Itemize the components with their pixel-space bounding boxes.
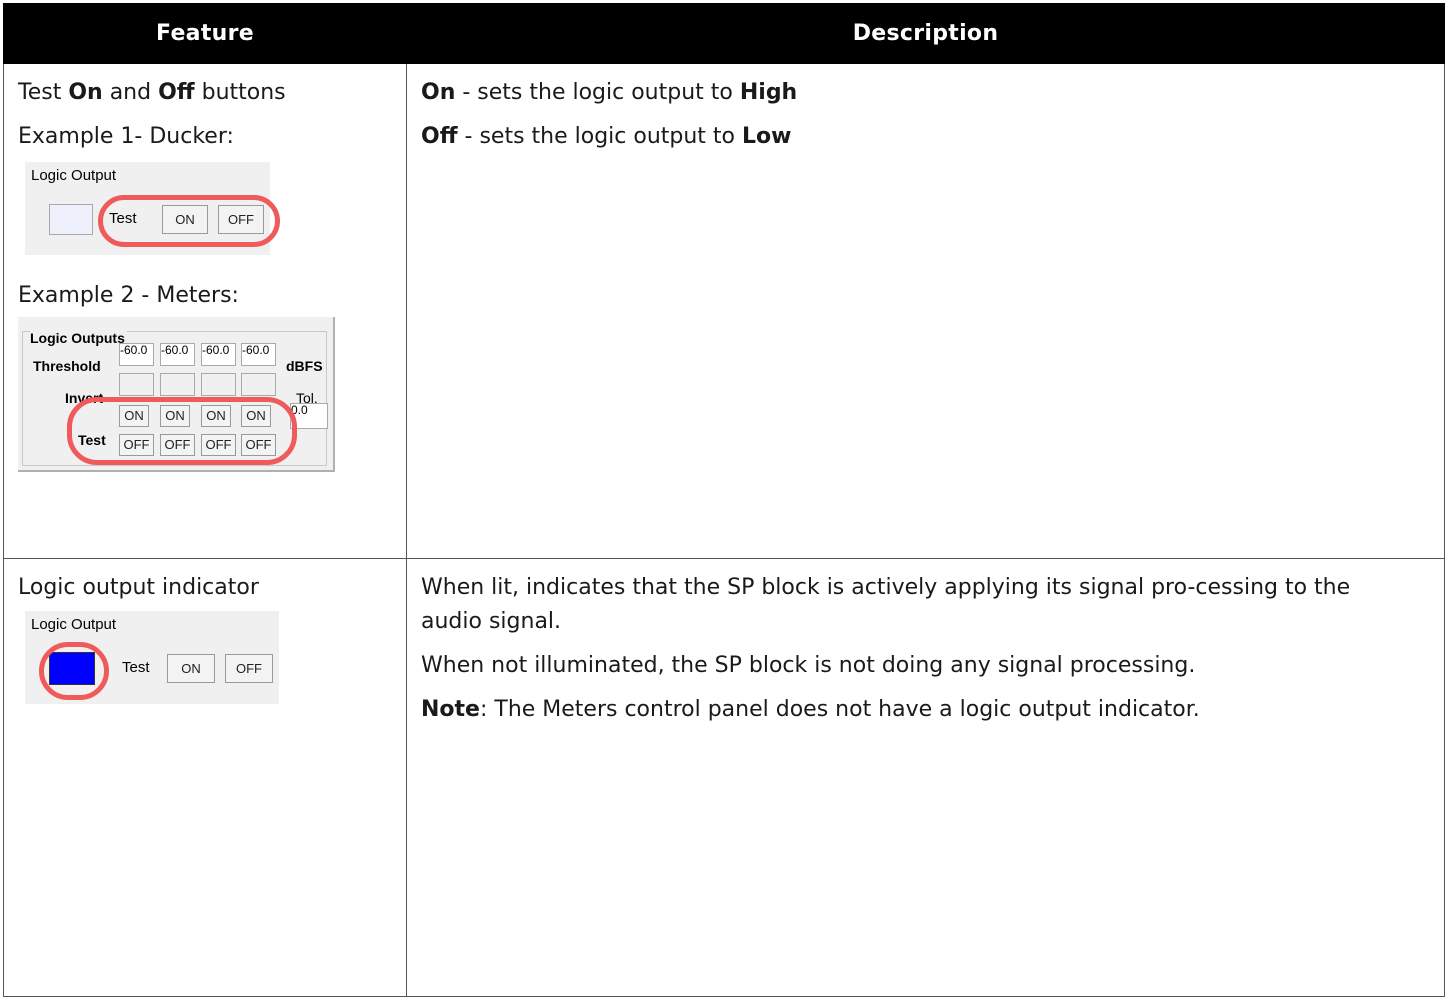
- test-on-button[interactable]: ON: [167, 654, 215, 683]
- test-on-button[interactable]: ON: [162, 205, 208, 234]
- off-description: Off - sets the logic output to Low: [421, 124, 792, 149]
- example2-label: Example 2 - Meters:: [18, 283, 239, 308]
- logic-output-indicator: [49, 204, 93, 235]
- indicator-logic-output-screenshot: Logic Output Test ON OFF: [25, 611, 279, 704]
- feature-cell: Test On and Off buttons Example 1- Ducke…: [3, 63, 407, 559]
- example1-label: Example 1- Ducker:: [18, 124, 234, 149]
- invert-toggle[interactable]: [119, 373, 154, 396]
- test-on-button[interactable]: ON: [241, 405, 271, 427]
- invert-toggle[interactable]: [160, 373, 195, 396]
- ducker-logic-output-screenshot: Logic Output Test ON OFF: [25, 162, 280, 255]
- test-off-button[interactable]: OFF: [218, 205, 264, 234]
- test-off-button[interactable]: OFF: [160, 434, 195, 456]
- lit-description: When lit, indicates that the SP block is…: [421, 575, 1351, 634]
- test-off-button[interactable]: OFF: [119, 434, 154, 456]
- invert-toggle[interactable]: [241, 373, 276, 396]
- description-cell: When lit, indicates that the SP block is…: [406, 558, 1445, 997]
- table-row: Test On and Off buttons Example 1- Ducke…: [3, 63, 1445, 559]
- test-label: Test: [78, 432, 106, 448]
- invert-label: Invert: [65, 390, 104, 406]
- test-on-button[interactable]: ON: [160, 405, 190, 427]
- panel-title: Logic Output: [31, 167, 117, 184]
- note-paragraph: Note: The Meters control panel does not …: [421, 697, 1200, 722]
- logic-output-indicator-lit: [49, 652, 95, 685]
- dbfs-unit: dBFS: [286, 358, 323, 374]
- test-off-button[interactable]: OFF: [201, 434, 236, 456]
- panel-title: Logic Output: [31, 616, 117, 633]
- description-column-header: Description: [406, 3, 1445, 64]
- feature-cell: Logic output indicator Logic Output Test…: [3, 558, 407, 997]
- test-off-button[interactable]: OFF: [241, 434, 276, 456]
- tol-input[interactable]: 0.0: [290, 403, 328, 429]
- test-label: Test: [122, 659, 150, 676]
- meters-logic-outputs-screenshot: Logic Outputs Threshold -60.0 -60.0 -60.…: [18, 317, 335, 472]
- table-row: Logic output indicator Logic Output Test…: [3, 558, 1445, 997]
- table-header-row: Feature Description: [3, 3, 1445, 64]
- threshold-input[interactable]: -60.0: [119, 343, 154, 366]
- test-label: Test: [109, 210, 137, 227]
- invert-toggle[interactable]: [201, 373, 236, 396]
- feature-title: Test On and Off buttons: [18, 80, 286, 105]
- test-off-button[interactable]: OFF: [225, 654, 273, 683]
- threshold-input[interactable]: -60.0: [201, 343, 236, 366]
- threshold-label: Threshold: [33, 358, 101, 374]
- on-description: On - sets the logic output to High: [421, 80, 798, 105]
- feature-table: Feature Description Test On and Off butt…: [3, 3, 1445, 997]
- threshold-input[interactable]: -60.0: [241, 343, 276, 366]
- feature-column-header: Feature: [3, 3, 407, 64]
- threshold-input[interactable]: -60.0: [160, 343, 195, 366]
- test-on-button[interactable]: ON: [201, 405, 231, 427]
- description-cell: On - sets the logic output to High Off -…: [406, 63, 1445, 559]
- test-on-button[interactable]: ON: [119, 405, 149, 427]
- feature-title: Logic output indicator: [18, 575, 259, 600]
- unlit-description: When not illuminated, the SP block is no…: [421, 653, 1196, 678]
